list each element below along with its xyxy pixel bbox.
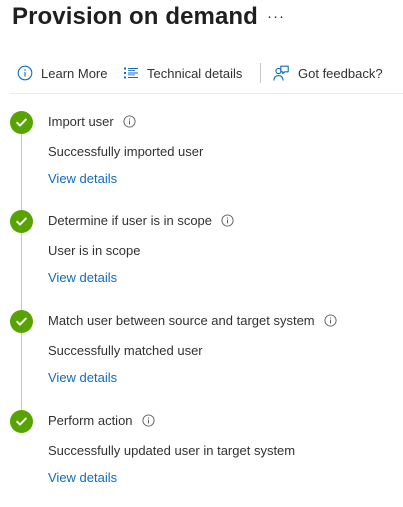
learn-more-label: Learn More [41,65,108,81]
info-icon[interactable] [141,414,155,427]
step-determine-scope: Determine if user is in scope User is in… [0,210,403,300]
success-check-icon [10,310,33,333]
step-title: Determine if user is in scope [48,213,234,228]
step-import-user: Import user Successfully imported user V… [0,111,403,201]
technical-details-button[interactable]: Technical details [123,60,242,86]
step-title-text: Import user [48,114,114,129]
got-feedback-button[interactable]: Got feedback? [272,60,383,86]
view-details-link[interactable]: View details [48,370,117,385]
toolbar-separator [260,63,261,83]
info-icon[interactable] [324,314,337,327]
step-status: Successfully matched user [48,343,203,358]
provision-on-demand-page: Provision on demand ··· Learn More Techn… [0,0,403,507]
success-check-icon [10,111,33,134]
info-icon[interactable] [221,214,234,227]
header-divider [9,93,403,94]
step-status: Successfully updated user in target syst… [48,443,296,458]
info-circle-icon [17,65,33,81]
view-details-link[interactable]: View details [48,470,117,485]
learn-more-button[interactable]: Learn More [17,60,107,86]
step-title-text: Determine if user is in scope [48,213,213,228]
more-options-button[interactable]: ··· [267,8,285,25]
step-match-user: Match user between source and target sys… [0,310,403,400]
page-header: Provision on demand [12,0,258,34]
feedback-person-icon [273,65,289,81]
step-title: Import user [48,114,136,129]
got-feedback-label: Got feedback? [298,65,383,81]
step-title: Match user between source and target sys… [48,313,337,328]
step-title: Perform action [48,413,155,428]
step-perform-action: Perform action Successfully updated user… [0,410,403,500]
bulleted-list-icon [124,67,138,79]
technical-details-label: Technical details [147,65,243,81]
info-icon[interactable] [123,115,136,128]
step-status: User is in scope [48,243,141,258]
page-title: Provision on demand [12,3,258,30]
step-title-text: Perform action [48,413,133,428]
step-status: Successfully imported user [48,144,204,159]
success-check-icon [10,410,33,433]
step-title-text: Match user between source and target sys… [48,313,315,328]
view-details-link[interactable]: View details [48,270,117,285]
success-check-icon [10,210,33,233]
view-details-link[interactable]: View details [48,171,117,186]
toolbar: Learn More Technical details Got feedbac… [15,60,395,86]
